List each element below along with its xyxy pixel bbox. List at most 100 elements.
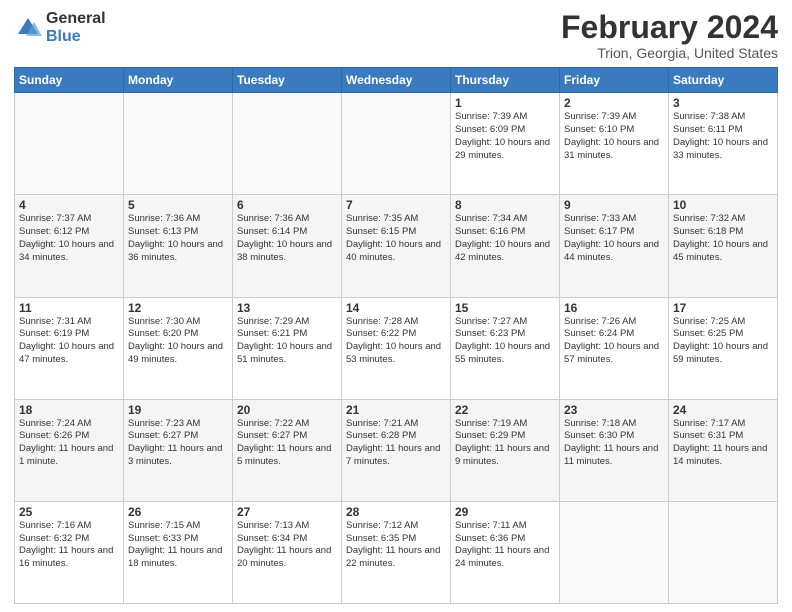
day-cell: 4Sunrise: 7:37 AM Sunset: 6:12 PM Daylig… (15, 195, 124, 297)
day-number: 16 (564, 301, 664, 315)
day-cell: 10Sunrise: 7:32 AM Sunset: 6:18 PM Dayli… (669, 195, 778, 297)
header-cell-monday: Monday (124, 68, 233, 93)
day-cell: 24Sunrise: 7:17 AM Sunset: 6:31 PM Dayli… (669, 399, 778, 501)
week-row-3: 18Sunrise: 7:24 AM Sunset: 6:26 PM Dayli… (15, 399, 778, 501)
header-cell-thursday: Thursday (451, 68, 560, 93)
day-number: 20 (237, 403, 337, 417)
day-number: 23 (564, 403, 664, 417)
day-number: 18 (19, 403, 119, 417)
day-cell: 12Sunrise: 7:30 AM Sunset: 6:20 PM Dayli… (124, 297, 233, 399)
day-number: 4 (19, 198, 119, 212)
day-cell (124, 93, 233, 195)
day-number: 26 (128, 505, 228, 519)
day-detail: Sunrise: 7:12 AM Sunset: 6:35 PM Dayligh… (346, 520, 446, 571)
day-detail: Sunrise: 7:35 AM Sunset: 6:15 PM Dayligh… (346, 213, 446, 264)
day-detail: Sunrise: 7:18 AM Sunset: 6:30 PM Dayligh… (564, 418, 664, 469)
day-cell: 27Sunrise: 7:13 AM Sunset: 6:34 PM Dayli… (233, 501, 342, 603)
day-cell: 11Sunrise: 7:31 AM Sunset: 6:19 PM Dayli… (15, 297, 124, 399)
day-cell: 20Sunrise: 7:22 AM Sunset: 6:27 PM Dayli… (233, 399, 342, 501)
day-detail: Sunrise: 7:33 AM Sunset: 6:17 PM Dayligh… (564, 213, 664, 264)
day-number: 5 (128, 198, 228, 212)
logo-general: General (46, 10, 106, 28)
day-detail: Sunrise: 7:27 AM Sunset: 6:23 PM Dayligh… (455, 316, 555, 367)
page: General Blue February 2024 Trion, Georgi… (0, 0, 792, 612)
header-cell-wednesday: Wednesday (342, 68, 451, 93)
day-number: 28 (346, 505, 446, 519)
day-detail: Sunrise: 7:37 AM Sunset: 6:12 PM Dayligh… (19, 213, 119, 264)
day-detail: Sunrise: 7:39 AM Sunset: 6:10 PM Dayligh… (564, 111, 664, 162)
day-cell: 8Sunrise: 7:34 AM Sunset: 6:16 PM Daylig… (451, 195, 560, 297)
day-detail: Sunrise: 7:13 AM Sunset: 6:34 PM Dayligh… (237, 520, 337, 571)
day-detail: Sunrise: 7:38 AM Sunset: 6:11 PM Dayligh… (673, 111, 773, 162)
header-row: SundayMondayTuesdayWednesdayThursdayFrid… (15, 68, 778, 93)
header-cell-saturday: Saturday (669, 68, 778, 93)
day-cell (15, 93, 124, 195)
day-cell: 2Sunrise: 7:39 AM Sunset: 6:10 PM Daylig… (560, 93, 669, 195)
day-cell: 29Sunrise: 7:11 AM Sunset: 6:36 PM Dayli… (451, 501, 560, 603)
day-detail: Sunrise: 7:24 AM Sunset: 6:26 PM Dayligh… (19, 418, 119, 469)
day-number: 9 (564, 198, 664, 212)
header-cell-friday: Friday (560, 68, 669, 93)
day-detail: Sunrise: 7:39 AM Sunset: 6:09 PM Dayligh… (455, 111, 555, 162)
day-cell: 13Sunrise: 7:29 AM Sunset: 6:21 PM Dayli… (233, 297, 342, 399)
day-number: 6 (237, 198, 337, 212)
day-cell: 18Sunrise: 7:24 AM Sunset: 6:26 PM Dayli… (15, 399, 124, 501)
day-cell: 21Sunrise: 7:21 AM Sunset: 6:28 PM Dayli… (342, 399, 451, 501)
day-detail: Sunrise: 7:30 AM Sunset: 6:20 PM Dayligh… (128, 316, 228, 367)
day-number: 3 (673, 96, 773, 110)
day-detail: Sunrise: 7:25 AM Sunset: 6:25 PM Dayligh… (673, 316, 773, 367)
logo-blue: Blue (46, 28, 106, 46)
logo-words: General Blue (46, 10, 106, 45)
day-cell (233, 93, 342, 195)
day-cell: 28Sunrise: 7:12 AM Sunset: 6:35 PM Dayli… (342, 501, 451, 603)
day-detail: Sunrise: 7:34 AM Sunset: 6:16 PM Dayligh… (455, 213, 555, 264)
day-cell: 5Sunrise: 7:36 AM Sunset: 6:13 PM Daylig… (124, 195, 233, 297)
day-cell (342, 93, 451, 195)
day-detail: Sunrise: 7:31 AM Sunset: 6:19 PM Dayligh… (19, 316, 119, 367)
day-detail: Sunrise: 7:29 AM Sunset: 6:21 PM Dayligh… (237, 316, 337, 367)
day-detail: Sunrise: 7:32 AM Sunset: 6:18 PM Dayligh… (673, 213, 773, 264)
day-number: 2 (564, 96, 664, 110)
day-cell: 7Sunrise: 7:35 AM Sunset: 6:15 PM Daylig… (342, 195, 451, 297)
day-cell: 14Sunrise: 7:28 AM Sunset: 6:22 PM Dayli… (342, 297, 451, 399)
calendar-title: February 2024 (561, 10, 778, 45)
header-cell-sunday: Sunday (15, 68, 124, 93)
calendar-subtitle: Trion, Georgia, United States (561, 45, 778, 61)
day-cell (669, 501, 778, 603)
day-detail: Sunrise: 7:21 AM Sunset: 6:28 PM Dayligh… (346, 418, 446, 469)
day-cell: 19Sunrise: 7:23 AM Sunset: 6:27 PM Dayli… (124, 399, 233, 501)
day-cell (560, 501, 669, 603)
day-number: 19 (128, 403, 228, 417)
day-detail: Sunrise: 7:16 AM Sunset: 6:32 PM Dayligh… (19, 520, 119, 571)
day-cell: 22Sunrise: 7:19 AM Sunset: 6:29 PM Dayli… (451, 399, 560, 501)
day-number: 7 (346, 198, 446, 212)
day-detail: Sunrise: 7:17 AM Sunset: 6:31 PM Dayligh… (673, 418, 773, 469)
day-number: 17 (673, 301, 773, 315)
day-number: 24 (673, 403, 773, 417)
day-detail: Sunrise: 7:28 AM Sunset: 6:22 PM Dayligh… (346, 316, 446, 367)
day-number: 14 (346, 301, 446, 315)
header-cell-tuesday: Tuesday (233, 68, 342, 93)
day-number: 15 (455, 301, 555, 315)
day-detail: Sunrise: 7:36 AM Sunset: 6:13 PM Dayligh… (128, 213, 228, 264)
day-cell: 1Sunrise: 7:39 AM Sunset: 6:09 PM Daylig… (451, 93, 560, 195)
day-cell: 9Sunrise: 7:33 AM Sunset: 6:17 PM Daylig… (560, 195, 669, 297)
day-number: 1 (455, 96, 555, 110)
day-number: 25 (19, 505, 119, 519)
day-number: 12 (128, 301, 228, 315)
day-cell: 15Sunrise: 7:27 AM Sunset: 6:23 PM Dayli… (451, 297, 560, 399)
day-number: 13 (237, 301, 337, 315)
logo-icon (14, 14, 42, 42)
day-number: 27 (237, 505, 337, 519)
week-row-0: 1Sunrise: 7:39 AM Sunset: 6:09 PM Daylig… (15, 93, 778, 195)
day-detail: Sunrise: 7:36 AM Sunset: 6:14 PM Dayligh… (237, 213, 337, 264)
day-number: 10 (673, 198, 773, 212)
day-detail: Sunrise: 7:22 AM Sunset: 6:27 PM Dayligh… (237, 418, 337, 469)
day-detail: Sunrise: 7:26 AM Sunset: 6:24 PM Dayligh… (564, 316, 664, 367)
day-number: 22 (455, 403, 555, 417)
day-number: 11 (19, 301, 119, 315)
logo: General Blue (14, 10, 106, 45)
day-detail: Sunrise: 7:19 AM Sunset: 6:29 PM Dayligh… (455, 418, 555, 469)
calendar-table: SundayMondayTuesdayWednesdayThursdayFrid… (14, 67, 778, 604)
day-cell: 16Sunrise: 7:26 AM Sunset: 6:24 PM Dayli… (560, 297, 669, 399)
